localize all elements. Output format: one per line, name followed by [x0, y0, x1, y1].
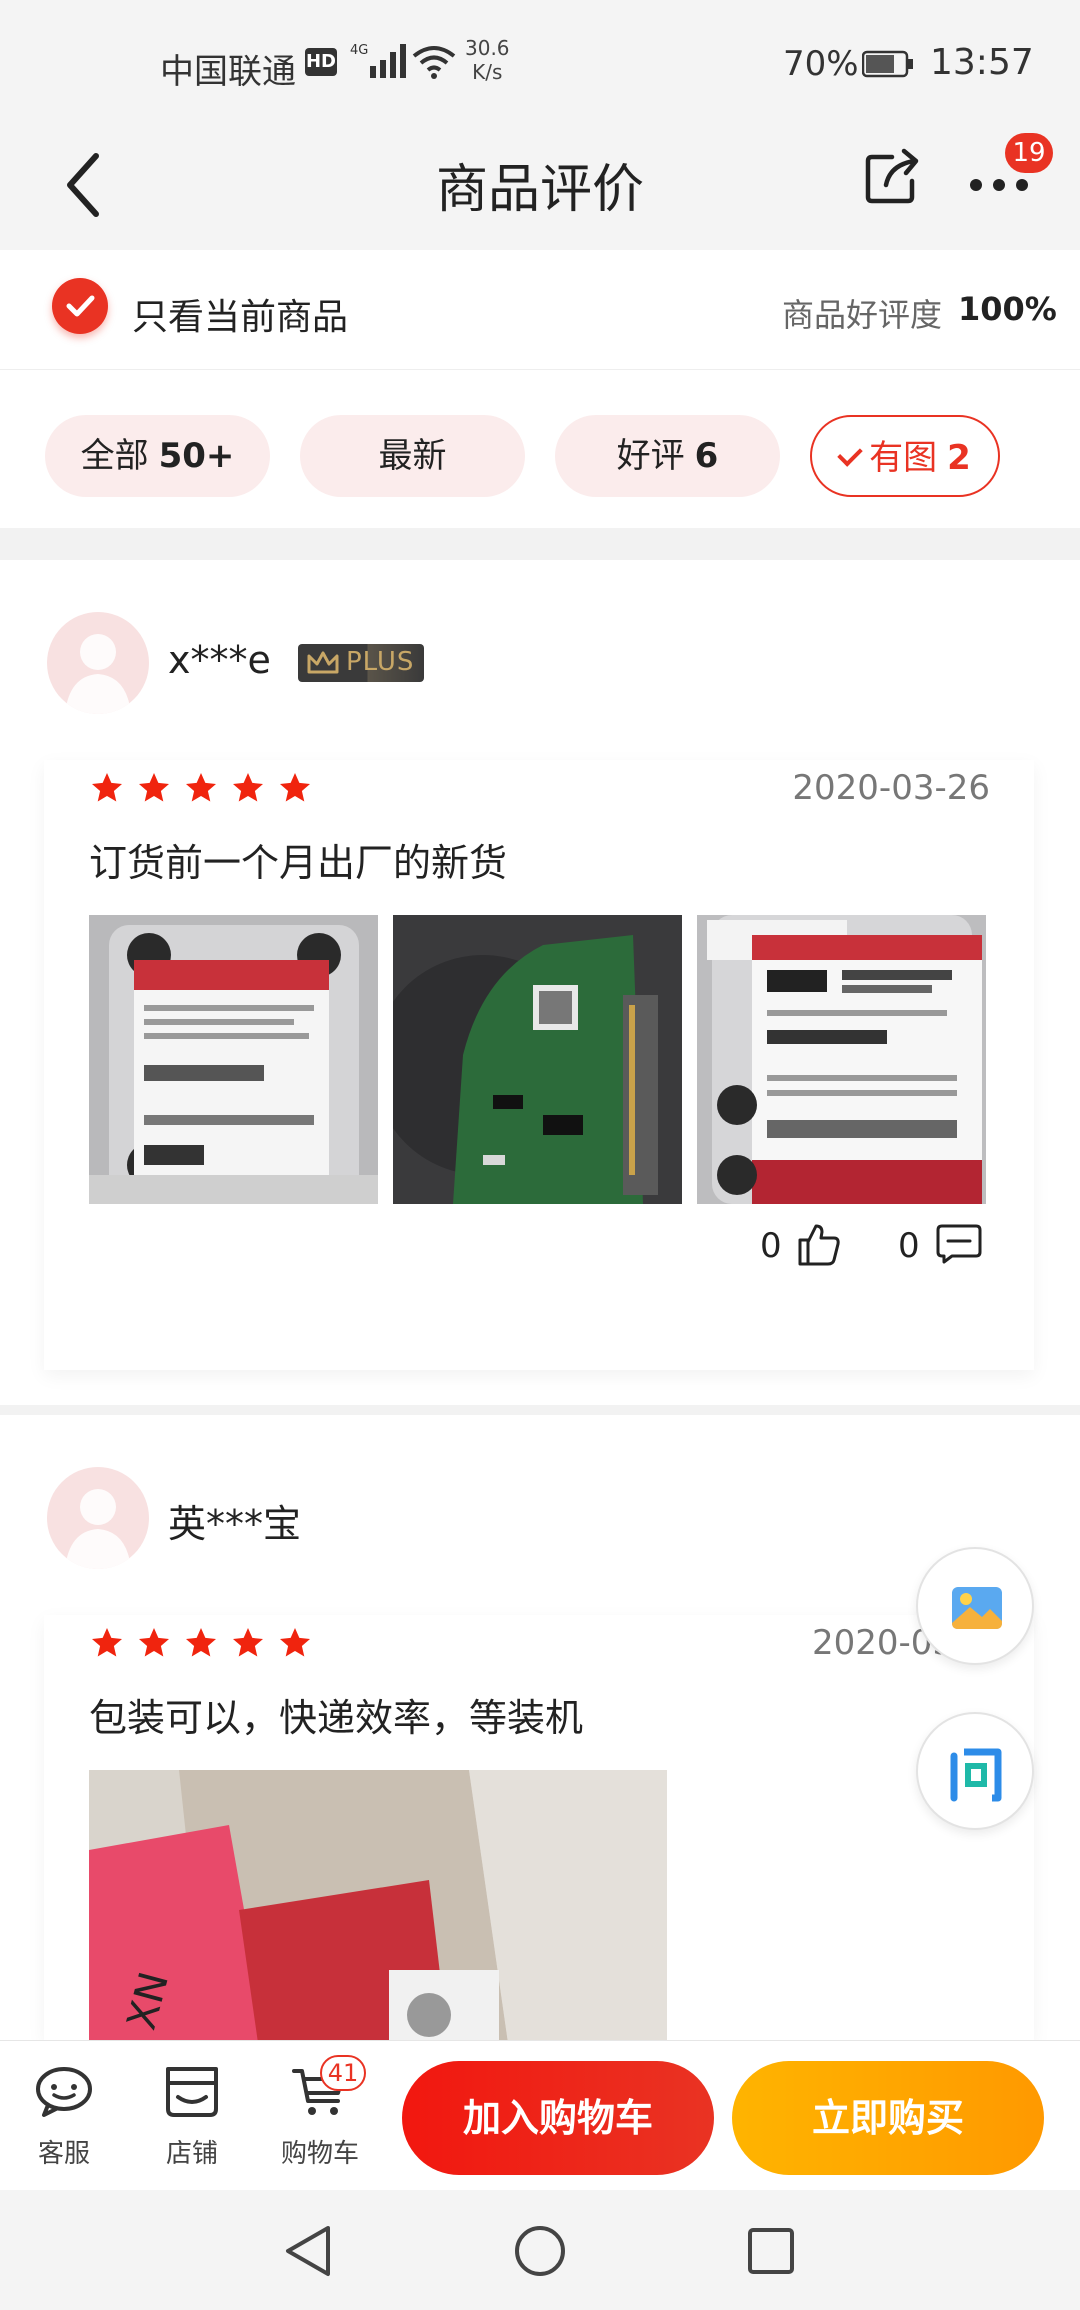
review-item: x***e PLUS 2020-03-26 订货前一个月出厂的新货 0 0: [0, 560, 1080, 1405]
image-icon: [952, 1587, 1002, 1629]
tab-all[interactable]: 全部 50+: [45, 415, 270, 497]
carrier-name: 中国联通: [160, 52, 296, 92]
crown-icon: [307, 651, 339, 674]
review-text: 订货前一个月出厂的新货: [89, 841, 508, 885]
system-back-icon[interactable]: [280, 2222, 338, 2280]
review-date: 2020-03-26: [792, 768, 990, 808]
add-to-cart-button[interactable]: 加入购物车: [402, 2061, 714, 2175]
star-icon: [92, 773, 122, 802]
buy-now-button[interactable]: 立即购买: [732, 2061, 1044, 2175]
review-photo[interactable]: XN: [89, 1770, 667, 2040]
star-icon: [186, 1628, 216, 1657]
system-home-icon[interactable]: [511, 2222, 569, 2280]
tab-good[interactable]: 好评 6: [555, 415, 780, 497]
top-nav-bar: 商品评价 19: [0, 125, 1080, 250]
signal-icon: 4G: [350, 43, 406, 78]
filter-row: 只看当前商品 商品好评度 100%: [0, 250, 1080, 370]
store-icon: [166, 2067, 218, 2117]
tab-with-photos[interactable]: 有图 2: [810, 415, 1000, 497]
star-icon: [139, 1628, 169, 1657]
plus-member-badge: PLUS: [298, 644, 424, 682]
star-icon: [139, 773, 169, 802]
network-speed: 30.6 K/s: [465, 36, 510, 84]
good-rate-label: 商品好评度: [782, 296, 943, 334]
shop-button[interactable]: 店铺: [142, 2061, 242, 2170]
star-icon: [280, 1628, 310, 1657]
clock: 13:57: [930, 42, 1034, 83]
reviewer-name: 英***宝: [168, 1502, 302, 1546]
review-actions: 0 0: [760, 1220, 990, 1270]
hard-drive-label-photo: [697, 915, 986, 1204]
hd-icon: HD: [305, 48, 337, 76]
package-box-photo: XN: [89, 1770, 667, 2040]
checkmark-icon: [66, 295, 95, 317]
only-current-label[interactable]: 只看当前商品: [132, 288, 348, 340]
chat-bubble-icon: [36, 2067, 92, 2117]
bottom-action-bar: 客服 店铺 购物车 41 加入购物车 立即购买: [0, 2040, 1080, 2190]
review-text: 包装可以，快递效率，等装机: [89, 1696, 584, 1740]
battery-icon: [862, 50, 913, 78]
battery-percent: 70%: [783, 44, 859, 84]
hard-drive-photo: [89, 915, 378, 1204]
status-bar: 中国联通 HD 4G 30.6 K/s 70% 13:57: [0, 0, 1080, 125]
star-icon: [233, 1628, 263, 1657]
user-avatar-icon: [65, 1489, 131, 1569]
comment-icon[interactable]: [934, 1220, 982, 1268]
check-icon: [837, 441, 863, 467]
system-navigation-bar: [0, 2190, 1080, 2310]
system-recents-icon[interactable]: [742, 2222, 800, 2280]
wifi-icon: [412, 46, 456, 79]
rating-stars: [89, 1625, 324, 1665]
question-icon: [950, 1748, 1002, 1802]
only-current-checkbox[interactable]: [52, 278, 108, 334]
thumbs-up-icon[interactable]: [794, 1220, 842, 1268]
circuit-board-photo: [393, 915, 682, 1204]
review-card: 2020-03 包装可以，快递效率，等装机 XN: [44, 1615, 1034, 2040]
review-photo[interactable]: [89, 915, 378, 1204]
review-filter-tabs: 全部 50+ 最新 好评 6 有图 2: [0, 370, 1080, 528]
share-icon[interactable]: [862, 147, 922, 207]
reviewer-name: x***e: [168, 638, 271, 682]
user-avatar-icon: [65, 634, 131, 714]
review-photo[interactable]: [393, 915, 682, 1204]
svg-text:4G: 4G: [350, 43, 368, 58]
review-photo[interactable]: [697, 915, 986, 1204]
avatar[interactable]: [47, 612, 149, 714]
review-card: 2020-03-26 订货前一个月出厂的新货 0 0: [44, 760, 1034, 1370]
message-count-badge: 19: [1005, 133, 1053, 173]
star-icon: [233, 773, 263, 802]
avatar[interactable]: [47, 1467, 149, 1569]
star-icon: [92, 1628, 122, 1657]
rating-stars: [89, 770, 324, 810]
cart-count-badge: 41: [320, 2055, 366, 2091]
comment-count: 0: [898, 1226, 920, 1266]
star-icon: [280, 773, 310, 802]
good-rate-value: 100%: [958, 290, 1057, 328]
tab-latest[interactable]: 最新: [300, 415, 525, 497]
like-count: 0: [760, 1226, 782, 1266]
photo-filter-float-button[interactable]: [916, 1547, 1034, 1665]
customer-service-button[interactable]: 客服: [14, 2061, 114, 2170]
review-item: 英***宝 2020-03 包装可以，快递效率，等装机 XN: [0, 1415, 1080, 2040]
star-icon: [186, 773, 216, 802]
ask-question-float-button[interactable]: [916, 1712, 1034, 1830]
